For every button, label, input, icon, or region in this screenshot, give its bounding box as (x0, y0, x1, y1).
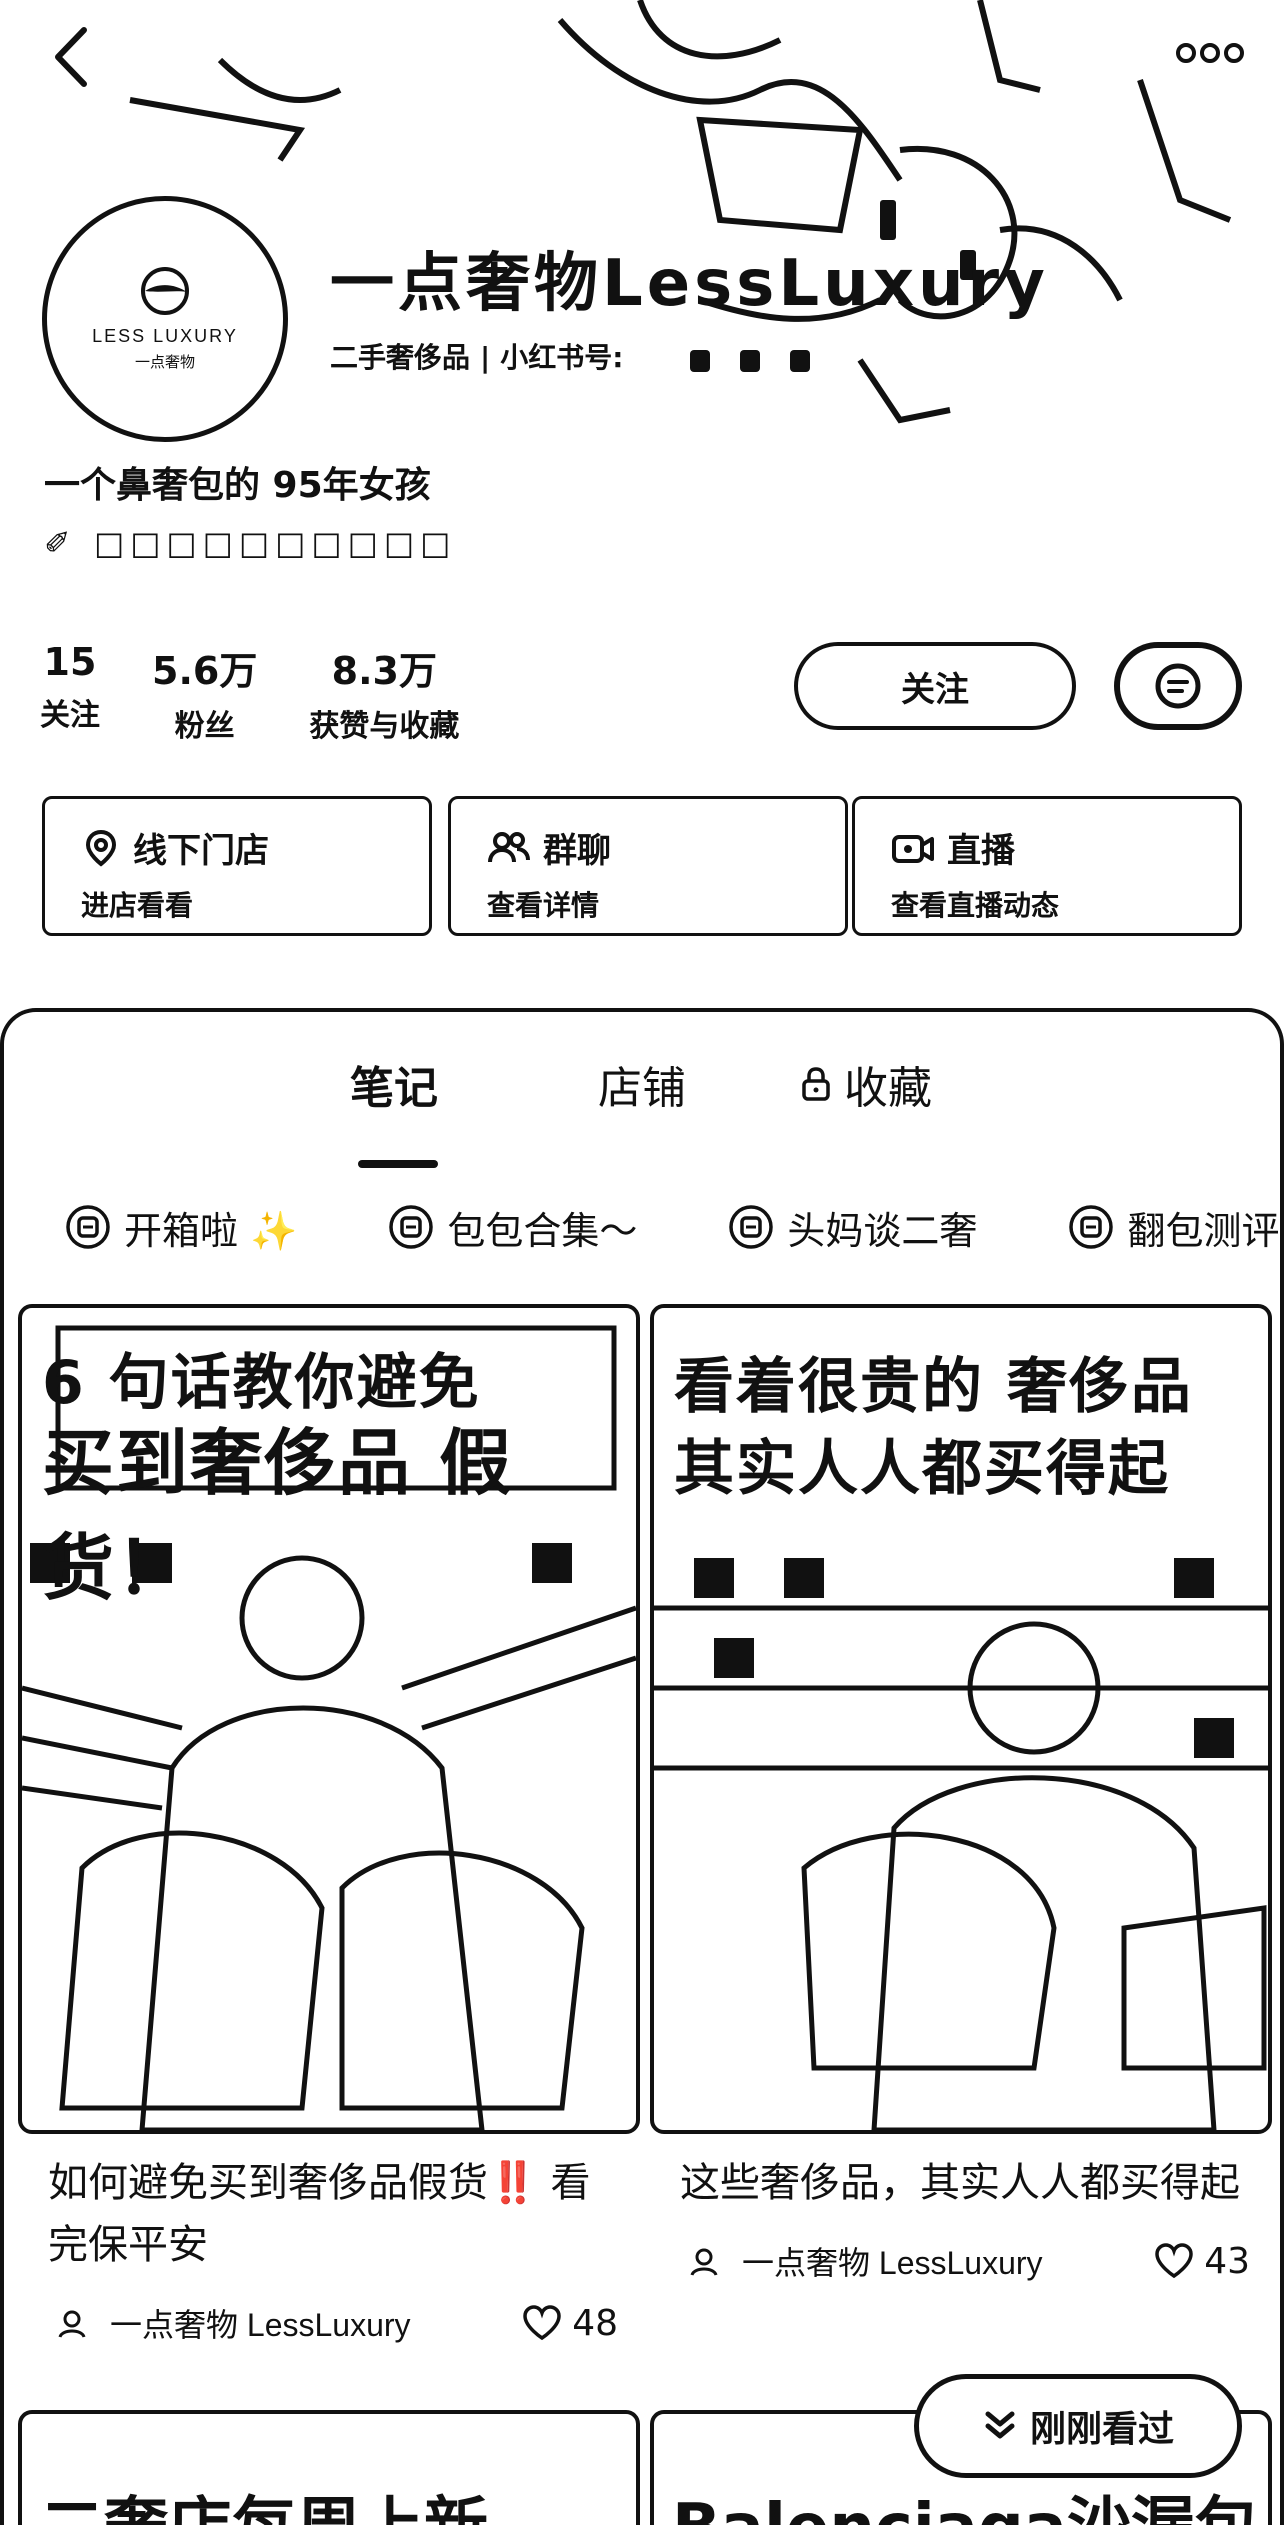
note-author[interactable]: 一点奢物 LessLuxury (110, 2300, 522, 2346)
album-chip[interactable]: 头妈谈二奢 (727, 1192, 977, 1262)
avatar-brand-cn: 一点奢物 (134, 353, 195, 371)
profile-stats: 15 关注 5.6万 粉丝 8.3万 获赞与收藏 (40, 640, 459, 745)
stat-number: 5.6万 (152, 649, 258, 693)
cover-text-line1: 看着很贵的 奢侈品 (674, 1352, 1193, 1422)
service-subtitle: 进店看看 (81, 889, 194, 922)
stat-label: 粉丝 (174, 709, 235, 744)
active-tab-indicator (358, 1160, 438, 1168)
album-icon (1069, 1205, 1114, 1249)
service-group-chat[interactable]: 群聊 查看详情 (448, 796, 848, 936)
note-card[interactable]: 6 句话教你避免 买到奢侈品 假货！ 如何避免买到奢侈品假货‼️ 看完保平安 一… (18, 1304, 640, 2346)
tab-notes[interactable]: 笔记 (350, 1052, 438, 1116)
tab-label: 收藏 (844, 1063, 932, 1114)
album-chip[interactable]: 包包合集～ (387, 1192, 637, 1262)
brand-logo-icon (141, 267, 189, 315)
author-avatar-icon[interactable] (686, 2243, 722, 2279)
profile-bio-line2: ✐ □□□□□□□□□□ (44, 524, 457, 562)
profile-tabs: 笔记 店铺 收藏 (4, 1052, 1284, 1168)
album-label: 开箱啦 ✨ (124, 1208, 298, 1253)
stat-followers[interactable]: 5.6万 粉丝 (152, 640, 257, 745)
stat-following[interactable]: 15 关注 (40, 640, 100, 745)
back-chevron-icon[interactable] (40, 22, 110, 92)
like-button[interactable]: 48 (522, 2303, 618, 2344)
divider: | (480, 341, 491, 374)
like-count: 48 (572, 2302, 618, 2344)
note-card[interactable]: 看着很贵的 奢侈品 其实人人都买得起 这些奢侈品，其实人人都买得起 一点奢物 L… (650, 1304, 1272, 2284)
profile-header: LESS LUXURY 一点奢物 一点奢物LessLuxury 二手奢侈品 | 小红… (0, 0, 1284, 1010)
stat-label: 获赞与收藏 (309, 709, 460, 744)
heart-icon (523, 2305, 561, 2341)
service-live[interactable]: 直播 查看直播动态 (852, 796, 1242, 936)
double-chevron-down-icon (985, 2411, 1015, 2439)
recent-label: 刚刚看过 (1029, 2409, 1174, 2450)
recently-viewed-button[interactable]: 刚刚看过 (914, 2374, 1242, 2478)
stat-label: 关注 (40, 698, 100, 733)
album-chip[interactable]: 开箱啦 ✨ (64, 1192, 297, 1262)
note-title[interactable]: 这些奢侈品，其实人人都买得起 (650, 2134, 1250, 2214)
tab-collections[interactable]: 收藏 (800, 1052, 932, 1116)
profile-category: 二手奢侈品 (330, 341, 471, 374)
note-meta: 一点奢物 LessLuxury 48 (18, 2276, 640, 2346)
stat-likes-collects[interactable]: 8.3万 获赞与收藏 (309, 640, 459, 745)
cover-text: Balenciaga沙漏包 (672, 2476, 1259, 2525)
stat-number: 8.3万 (331, 649, 437, 693)
follow-button[interactable]: 关注 (794, 642, 1076, 730)
note-cover[interactable]: 6 句话教你避免 买到奢侈品 假货！ (18, 1304, 640, 2134)
album-chip[interactable]: 翻包测评 (1067, 1192, 1279, 1262)
album-icon (729, 1205, 774, 1249)
like-count: 43 (1204, 2240, 1250, 2282)
album-label: 包包合集～ (447, 1208, 638, 1253)
service-subtitle: 查看直播动态 (891, 889, 1060, 922)
heart-icon (1155, 2243, 1193, 2279)
tab-shop[interactable]: 店铺 (598, 1052, 686, 1116)
note-card-partial[interactable]: 二奢店每周上新 (18, 2410, 640, 2525)
group-chat-icon (488, 831, 530, 862)
album-icon (66, 1205, 110, 1249)
live-camera-icon (892, 834, 934, 863)
cover-text: 二奢店每周上新 (40, 2476, 488, 2525)
album-label: 翻包测评 (1127, 1208, 1280, 1253)
more-dots-icon[interactable] (1170, 28, 1250, 78)
avatar[interactable]: LESS LUXURY 一点奢物 (42, 196, 288, 442)
chat-bubble-icon (1155, 663, 1201, 709)
note-meta: 一点奢物 LessLuxury 43 (650, 2214, 1272, 2284)
service-store[interactable]: 线下门店 进店看看 (42, 796, 432, 936)
album-icon (389, 1205, 434, 1249)
album-label: 头妈谈二奢 (787, 1208, 978, 1253)
cover-text-line2: 其实人人都买得起 (674, 1434, 1170, 1504)
service-title: 直播 (947, 831, 1015, 871)
message-button[interactable] (1114, 642, 1242, 730)
content-panel: 笔记 店铺 收藏 开箱啦 ✨ 包包合集～ 头妈谈二奢 翻包测评 6 句话教你避免… (0, 1008, 1284, 2525)
stat-number: 15 (43, 640, 97, 684)
note-author[interactable]: 一点奢物 LessLuxury (742, 2238, 1154, 2284)
profile-id-label[interactable]: 小红书号: (500, 341, 623, 374)
service-title: 线下门店 (133, 831, 269, 871)
note-title[interactable]: 如何避免买到奢侈品假货‼️ 看完保平安 (18, 2134, 618, 2276)
profile-subline: 二手奢侈品 | 小红书号: (330, 336, 623, 376)
profile-bio: 一个鼻奢包的 95年女孩 (44, 465, 431, 506)
like-button[interactable]: 43 (1154, 2241, 1250, 2282)
service-subtitle: 查看详情 (487, 889, 600, 922)
service-title: 群聊 (543, 831, 611, 871)
note-cover[interactable]: 看着很贵的 奢侈品 其实人人都买得起 (650, 1304, 1272, 2134)
profile-nickname: 一点奢物LessLuxury (330, 247, 1049, 321)
album-strip[interactable]: 开箱啦 ✨ 包包合集～ 头妈谈二奢 翻包测评 (64, 1192, 1284, 1262)
lock-icon (802, 1067, 830, 1101)
location-pin-icon (85, 829, 117, 867)
avatar-brand-text: LESS LUXURY (92, 326, 238, 346)
cover-text-line2: 买到奢侈品 假货！ (42, 1421, 514, 1610)
author-avatar-icon[interactable] (54, 2305, 90, 2341)
